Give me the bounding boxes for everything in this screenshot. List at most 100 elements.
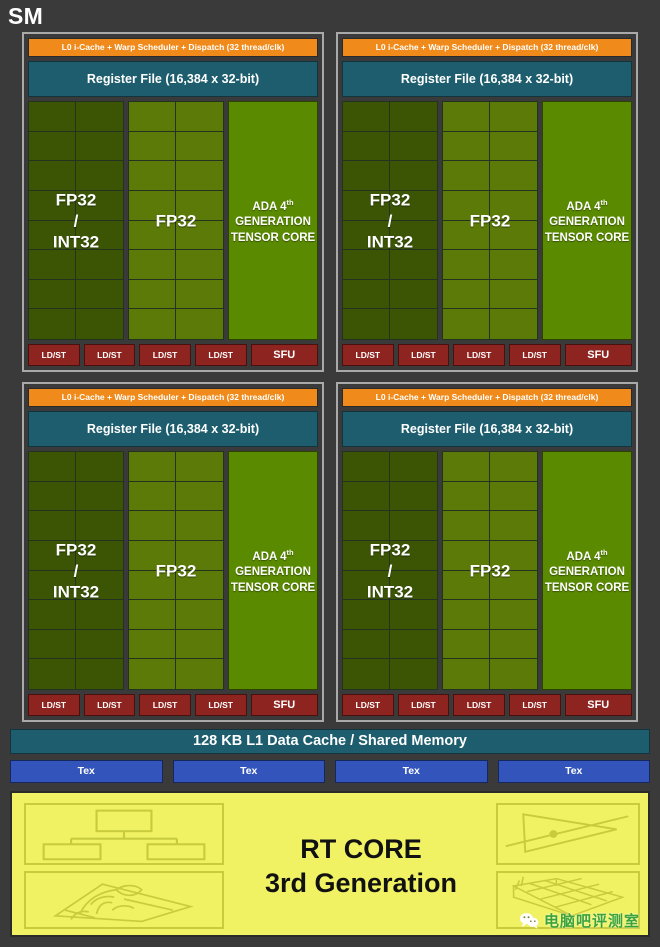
core-cell [29,570,76,601]
ldst-unit[interactable]: LD/ST [28,344,80,366]
ldst-unit[interactable]: LD/ST [453,344,505,366]
tensor-core-line2: GENERATION [235,566,311,579]
core-cell [29,481,76,512]
fp32-int32-core-group: FP32 / INT32 [342,101,438,340]
ldst-unit[interactable]: LD/ST [83,694,136,716]
core-cell [443,220,490,251]
fp32-int32-core-group: FP32 / INT32 [342,451,438,690]
wechat-icon [519,913,539,929]
core-cell [29,220,76,251]
register-file-bar: Register File (16,384 x 32-bit) [28,411,318,447]
core-cell [176,600,223,630]
ldst-unit[interactable]: LD/ST [28,694,80,716]
tex-unit[interactable]: Tex [10,760,163,783]
tex-unit[interactable]: Tex [172,760,325,783]
core-cell [343,600,390,630]
sfu-unit[interactable]: SFU [564,694,632,716]
tensor-core-block[interactable]: ADA 4th GENERATION TENSOR CORE [542,451,632,690]
ldst-sfu-row: LD/ST LD/ST LD/ST LD/ST SFU [342,344,632,366]
tensor-core-block[interactable]: ADA 4th GENERATION TENSOR CORE [228,451,318,690]
watermark-text: 电脑吧评测室 [543,913,640,930]
core-cell [390,452,437,482]
core-cell [176,221,223,251]
core-cell [390,659,437,689]
ldst-unit[interactable]: LD/ST [194,694,247,716]
ray-triangle-intersection-icon [496,803,640,865]
ldst-unit[interactable]: LD/ST [342,344,394,366]
ldst-unit[interactable]: LD/ST [508,344,561,366]
core-cell [76,161,123,191]
core-cell [76,221,123,251]
fp32-core-group: FP32 [442,101,538,340]
tex-unit[interactable]: Tex [335,760,488,783]
ldst-unit[interactable]: LD/ST [83,344,136,366]
tensor-core-line1: ADA 4 [252,550,287,563]
processing-block[interactable]: L0 i-Cache + Warp Scheduler + Dispatch (… [336,382,638,722]
ldst-unit[interactable]: LD/ST [194,344,247,366]
ldst-unit[interactable]: LD/ST [397,694,450,716]
tensor-core-line1: ADA 4 [252,200,287,213]
fp32-core-group: FP32 [128,101,224,340]
sfu-unit[interactable]: SFU [250,344,318,366]
core-cell [76,482,123,512]
watermark: 电脑吧评测室 [519,910,640,931]
tensor-core-line2: GENERATION [549,566,625,579]
tensor-core-block[interactable]: ADA 4th GENERATION TENSOR CORE [228,101,318,340]
core-cell [490,132,537,162]
core-cell [76,659,123,689]
page-title: SM [8,3,44,29]
core-cell [176,161,223,191]
core-cell [443,481,490,512]
core-array: FP32 / INT32 FP32 ADA 4th GENERATION TEN… [342,451,632,690]
processing-block[interactable]: L0 i-Cache + Warp Scheduler + Dispatch (… [22,382,324,722]
core-cell [343,250,390,280]
core-cell [129,279,176,310]
core-cell [343,102,390,132]
core-cell [76,309,123,339]
processing-block[interactable]: L0 i-Cache + Warp Scheduler + Dispatch (… [22,32,324,372]
core-cell [176,191,223,221]
l1-data-cache-bar[interactable]: 128 KB L1 Data Cache / Shared Memory [10,729,650,754]
core-cell [490,541,537,571]
core-cell [390,571,437,601]
processing-block[interactable]: L0 i-Cache + Warp Scheduler + Dispatch (… [336,32,638,372]
register-file-bar: Register File (16,384 x 32-bit) [28,61,318,97]
core-cell [343,452,390,482]
ldst-unit[interactable]: LD/ST [397,344,450,366]
sfu-unit[interactable]: SFU [250,694,318,716]
tensor-core-line3: TENSOR CORE [230,232,316,245]
core-cell [176,571,223,601]
rt-core-block[interactable]: RT CORE 3rd Generation 电脑吧评测室 [10,791,650,937]
core-cell [176,102,223,132]
core-cell [443,659,490,689]
core-array: FP32 / INT32 FP32 ADA 4th GENERATION TEN… [28,101,318,340]
tensor-core-block[interactable]: ADA 4th GENERATION TENSOR CORE [542,101,632,340]
core-cell [343,131,390,162]
core-cell [490,630,537,660]
tensor-core-ordinal: th [286,197,294,207]
sfu-unit[interactable]: SFU [564,344,632,366]
ldst-unit[interactable]: LD/ST [508,694,561,716]
fp32-int32-core-group: FP32 / INT32 [28,101,124,340]
core-cell [129,102,176,132]
tex-unit[interactable]: Tex [497,760,650,783]
fp32-core-group: FP32 [442,451,538,690]
ldst-unit[interactable]: LD/ST [139,694,191,716]
warp-scheduler-bar: L0 i-Cache + Warp Scheduler + Dispatch (… [28,388,318,407]
core-cell [29,131,76,162]
ldst-unit[interactable]: LD/ST [342,694,394,716]
core-cell [29,600,76,630]
warp-scheduler-bar: L0 i-Cache + Warp Scheduler + Dispatch (… [342,388,632,407]
core-cell [490,221,537,251]
core-cell [176,280,223,310]
core-cell [129,131,176,162]
ldst-sfu-row: LD/ST LD/ST LD/ST LD/ST SFU [28,344,318,366]
core-cell [443,309,490,339]
core-cell [390,309,437,339]
core-cell [490,659,537,689]
ldst-sfu-row: LD/ST LD/ST LD/ST LD/ST SFU [28,694,318,716]
tensor-core-line2: GENERATION [549,216,625,229]
core-cell [129,629,176,660]
ldst-unit[interactable]: LD/ST [139,344,191,366]
ldst-unit[interactable]: LD/ST [453,694,505,716]
